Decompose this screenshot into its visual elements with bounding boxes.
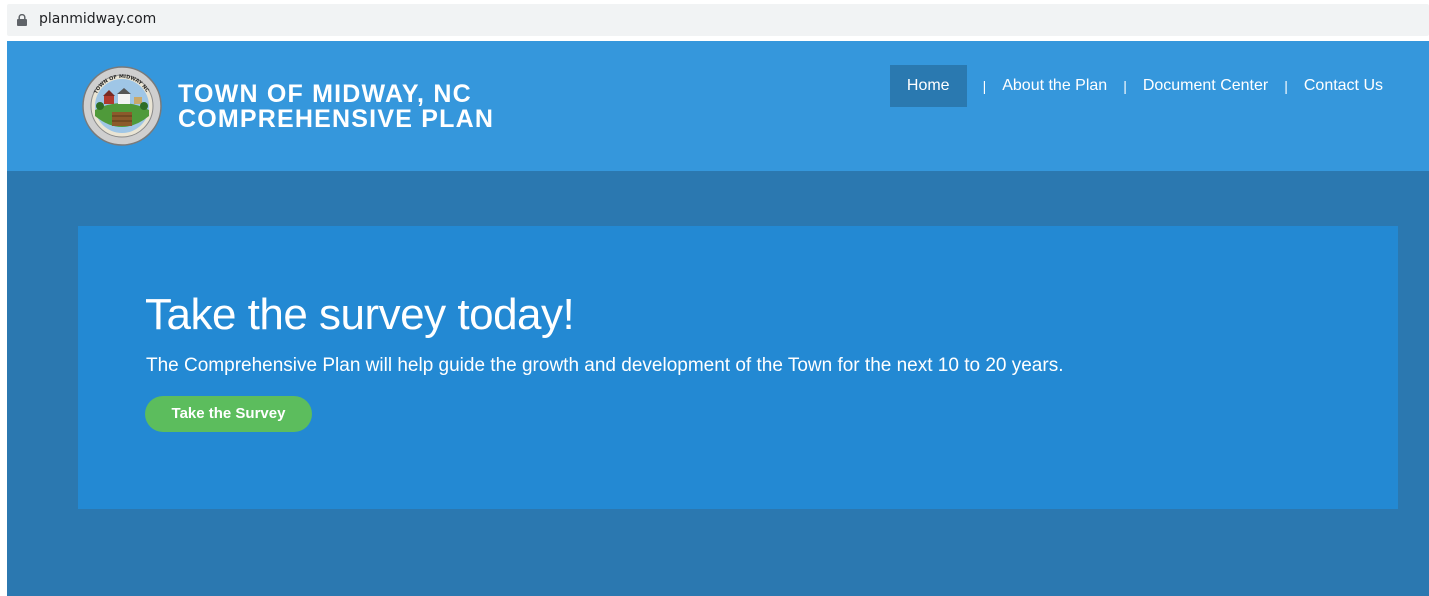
nav-separator: | [1123, 78, 1127, 94]
town-seal-logo[interactable]: TOWN OF MIDWAY NC [82, 66, 162, 146]
site-title[interactable]: TOWN OF MIDWAY, NC COMPREHENSIVE PLAN [178, 82, 494, 132]
hero-subtitle: The Comprehensive Plan will help guide t… [146, 355, 1064, 376]
main-nav: Home | About the Plan | Document Center … [889, 65, 1383, 107]
address-bar[interactable]: planmidway.com [7, 4, 1429, 36]
site-header: TOWN OF MIDWAY NC TOWN OF MIDWAY, NC COM… [7, 41, 1429, 171]
nav-item-contact-us[interactable]: Contact Us [1304, 65, 1383, 107]
site-title-line2: COMPREHENSIVE PLAN [178, 105, 495, 133]
nav-item-about-the-plan[interactable]: About the Plan [1002, 65, 1107, 107]
url-text[interactable]: planmidway.com [39, 11, 156, 27]
hero-title: Take the survey today! [145, 290, 575, 339]
site-title-line1: TOWN OF MIDWAY, NC [178, 80, 472, 108]
lock-icon [17, 14, 27, 26]
nav-item-document-center[interactable]: Document Center [1143, 65, 1268, 107]
nav-item-home[interactable]: Home [889, 65, 967, 107]
nav-separator: | [982, 78, 987, 94]
hero-panel: Take the survey today! The Comprehensive… [78, 226, 1398, 509]
take-survey-button[interactable]: Take the Survey [145, 396, 312, 432]
main-content: Take the survey today! The Comprehensive… [7, 171, 1429, 596]
nav-separator: | [1284, 78, 1288, 94]
